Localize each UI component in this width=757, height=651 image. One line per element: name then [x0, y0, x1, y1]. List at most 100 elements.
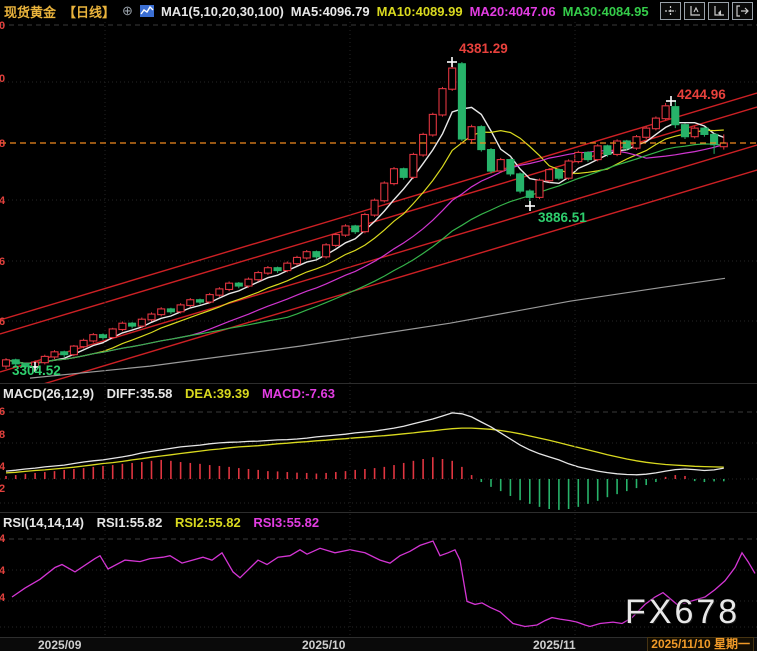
ma20-value: MA20:4047.06 [470, 4, 556, 19]
candle-up [332, 235, 339, 246]
candle-down [478, 127, 485, 150]
axis-label-fragment: 4 [0, 592, 6, 604]
candle-up [3, 360, 10, 366]
candle-up [546, 170, 553, 181]
rsi2-value: RSI2:55.82 [175, 515, 241, 530]
candle-up [245, 279, 252, 286]
main-price-panel [0, 25, 757, 397]
candle-up [264, 268, 271, 273]
candle-down [623, 141, 630, 148]
candle-down [313, 252, 320, 257]
candle-up [652, 118, 659, 129]
mini-chart-icon[interactable] [140, 5, 154, 17]
axis-label-fragment: 0 [0, 73, 5, 85]
chart-header: 现货黄金 【日线】 ⊕ MA1(5,10,20,30,100) MA5:4096… [0, 0, 757, 22]
candle-up [294, 257, 301, 263]
y-axis-scale-icon[interactable] [684, 2, 705, 20]
candle-up [439, 89, 446, 115]
candle-up [420, 134, 427, 155]
macd-panel [0, 412, 757, 510]
trend-line [0, 107, 757, 334]
candle-down [235, 283, 242, 286]
axis-tick-october: 2025/10 [302, 638, 345, 651]
candle-up [206, 295, 213, 302]
macd-macd-value: MACD:-7.63 [262, 386, 335, 401]
candle-up [119, 323, 126, 329]
candle-up [468, 127, 475, 140]
candle-down [352, 226, 359, 232]
candle-up [90, 335, 97, 341]
candle-up [410, 154, 417, 177]
candle-up [158, 309, 165, 315]
price-annotation: 3304.52 [12, 363, 61, 378]
candle-down [61, 352, 68, 355]
rsi-indicator-name[interactable]: RSI(14,14,14) [3, 515, 84, 530]
crosshair-date-label: 2025/11/10 星期一 [647, 637, 754, 651]
axis-label-fragment: 6 [0, 316, 5, 328]
candle-down [555, 170, 562, 179]
candle-up [216, 289, 223, 295]
chart-canvas[interactable]: 4381.294244.963886.513304.52008466684244… [0, 0, 757, 651]
candle-up [226, 283, 233, 289]
axis-label-fragment: 4 [0, 195, 6, 207]
axis-label-fragment: 4 [0, 565, 6, 577]
diff-line [6, 413, 724, 475]
candle-up [449, 68, 456, 89]
period-label[interactable]: 【日线】 [63, 2, 115, 21]
candle-down [100, 335, 107, 338]
candle-down [197, 300, 204, 302]
candle-down [672, 107, 679, 125]
ma10-value: MA10:4089.99 [377, 4, 463, 19]
ma-group-label[interactable]: MA1(5,10,20,30,100) [161, 4, 284, 19]
axis-label-fragment: 6 [0, 256, 5, 268]
candle-up [575, 152, 582, 161]
pan-right-icon[interactable] [732, 2, 753, 20]
macd-indicator-name[interactable]: MACD(26,12,9) [3, 386, 94, 401]
circle-plus-icon[interactable]: ⊕ [122, 3, 133, 19]
candle-up [565, 161, 572, 178]
axis-label-fragment: 4 [0, 461, 6, 473]
candle-down [274, 268, 281, 271]
candle-up [662, 106, 669, 119]
candle-up [177, 305, 184, 312]
ma5-value: MA5:4096.79 [291, 4, 370, 19]
macd-diff-value: DIFF:35.58 [107, 386, 173, 401]
axis-label-fragment: 2 [0, 483, 5, 495]
candle-down [129, 323, 136, 326]
ma30-value: MA30:4084.95 [563, 4, 649, 19]
candle-up [323, 245, 330, 257]
candle-up [187, 300, 194, 306]
candle-up [70, 346, 77, 355]
crosshair-move-icon[interactable] [660, 2, 681, 20]
candle-down [682, 125, 689, 137]
price-annotation: 4244.96 [677, 87, 726, 102]
candle-down [701, 128, 708, 134]
time-axis-bar[interactable] [0, 637, 757, 651]
candle-down [517, 174, 524, 191]
candle-up [643, 128, 650, 137]
candle-up [109, 329, 116, 338]
candle-down [507, 160, 514, 174]
x-axis-scale-icon[interactable] [708, 2, 729, 20]
price-annotation: 3886.51 [538, 210, 587, 225]
axis-label-fragment: 4 [0, 533, 6, 545]
candle-up [284, 263, 291, 270]
candle-up [371, 200, 378, 215]
candle-up [255, 273, 262, 280]
candle-up [41, 356, 48, 362]
axis-tick-september: 2025/09 [38, 638, 81, 651]
candle-up [536, 180, 543, 197]
watermark: FX678 [625, 593, 740, 632]
candle-up [138, 319, 145, 326]
candle-down [488, 150, 495, 171]
price-annotation: 4381.29 [459, 41, 508, 56]
candle-up [342, 226, 349, 235]
chart-toolbar [660, 2, 753, 20]
candle-up [594, 146, 601, 160]
trading-chart-app: 4381.294244.963886.513304.52008466684244… [0, 0, 757, 651]
candle-up [51, 352, 58, 357]
axis-label-fragment: 6 [0, 406, 5, 418]
rsi-label-row: RSI(14,14,14) RSI1:55.82 RSI2:55.82 RSI3… [3, 515, 328, 530]
macd-dea-value: DEA:39.39 [185, 386, 249, 401]
rsi1-value: RSI1:55.82 [97, 515, 163, 530]
